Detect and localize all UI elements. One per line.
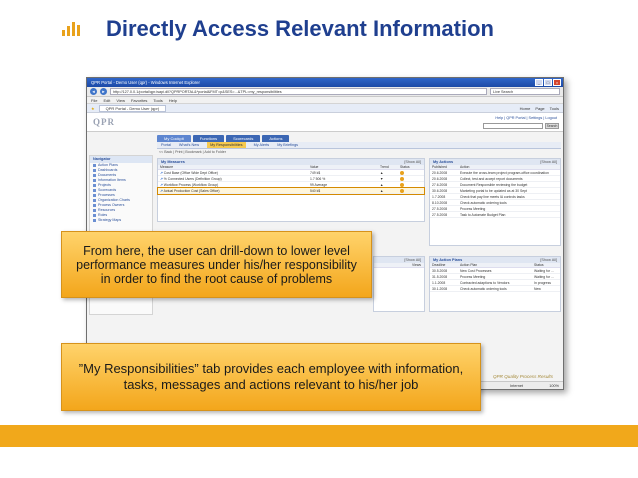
subtab-my-alerts[interactable]: My Alerts — [254, 142, 270, 148]
portal-search-button[interactable]: Search — [545, 123, 559, 129]
qpr-logo: QPR — [93, 117, 115, 127]
status-dot — [400, 189, 404, 193]
window-controls: _ □ × — [535, 79, 561, 86]
bar-chart-icon — [62, 22, 80, 36]
action-plans-heading: My Action Plans [Show All] — [430, 257, 560, 263]
views-heading: [Show All] — [374, 257, 424, 263]
menu-favorites[interactable]: Favorites — [131, 97, 147, 103]
status-dot — [400, 171, 404, 175]
back-icon[interactable]: ◄ — [90, 88, 97, 95]
tab-actions[interactable]: Actions — [262, 135, 290, 142]
menu-view[interactable]: View — [116, 97, 125, 103]
address-bar: ◄ ► http://127.0.0.1/portal/qpr.isapi.dl… — [87, 87, 563, 97]
action-plans-panel: My Action Plans [Show All] Deadline Acti… — [429, 256, 561, 312]
tools-menu[interactable]: Tools — [550, 106, 559, 111]
status-dot — [400, 177, 404, 181]
home-button[interactable]: Home — [520, 106, 531, 111]
show-all-link[interactable]: [Show All] — [404, 159, 421, 165]
list-item[interactable]: 27.5.2008 Task to Automate Budget Plan — [430, 212, 560, 218]
table-row[interactable]: 30.1.2008 Check automatic ordering tools N… — [430, 286, 560, 292]
measures-panel: My Measures [Show All] Measure Value Tre… — [157, 158, 425, 222]
tab-functions[interactable]: Functions — [192, 135, 225, 142]
minimize-icon[interactable]: _ — [535, 79, 543, 86]
zoom-level[interactable]: 100% — [549, 382, 559, 389]
menu-tools[interactable]: Tools — [153, 97, 162, 103]
sidebar-heading: Navigator — [90, 156, 152, 163]
actions-heading: My Actions [Show All] — [430, 159, 560, 165]
maximize-icon[interactable]: □ — [544, 79, 552, 86]
views-panel: [Show All] Views — [373, 256, 425, 312]
browser-menu-bar: File Edit View Favorites Tools Help — [87, 97, 563, 104]
sidebar-item[interactable]: Strategy Maps — [90, 218, 152, 223]
menu-file[interactable]: File — [91, 97, 97, 103]
subtab-my-responsibilities[interactable]: My Responsibilities — [207, 142, 246, 148]
portal-search-input[interactable] — [483, 123, 543, 129]
trend-icon: ▲ — [380, 189, 384, 193]
tab-scorecards[interactable]: Scorecards — [226, 135, 261, 142]
address-input[interactable]: http://127.0.0.1/portal/qpr.isapi.dll?QP… — [110, 88, 487, 95]
subtab-my-briefings[interactable]: My Briefings — [277, 142, 298, 148]
portal-header: QPR Help | QPR Portal | Settings | Logou… — [87, 113, 563, 132]
show-all-link[interactable]: [Show All] — [540, 159, 557, 165]
show-all-link[interactable]: [Show All] — [540, 257, 557, 263]
show-all-link[interactable]: [Show All] — [404, 257, 421, 263]
portal-tabs: My Cockpit Functions Scorecards Actions — [157, 135, 290, 142]
views-columns: Views — [374, 263, 424, 268]
trend-icon: ▲ — [380, 183, 384, 187]
responsibilities-callout: ”My Responsibilities” tab provides each … — [61, 343, 481, 411]
favorites-bar: ★ QPR Portal - Demo User (qpr) Home Page… — [87, 104, 563, 113]
page-menu[interactable]: Page — [535, 106, 544, 111]
browser-search-input[interactable]: Live Search — [490, 88, 560, 95]
star-icon[interactable]: ★ — [91, 106, 95, 111]
window-title: QPR Portal - Demo User (qpr) - Windows I… — [91, 80, 200, 85]
tab-my-cockpit[interactable]: My Cockpit — [157, 135, 191, 142]
measures-heading: My Measures [Show All] — [158, 159, 424, 165]
slide-title: Directly Access Relevant Information — [106, 16, 494, 41]
drilldown-callout: From here, the user can drill-down to lo… — [61, 231, 372, 298]
trend-icon: ▼ — [380, 177, 384, 181]
portal-subtabs: Portal What's New My Responsibilities My… — [157, 142, 561, 149]
actions-panel: My Actions [Show All] Published Action 2… — [429, 158, 561, 246]
breadcrumb[interactable]: << Back | Print | Bookmark | Add to Fold… — [159, 150, 226, 154]
status-dot — [400, 183, 404, 187]
menu-help[interactable]: Help — [169, 97, 177, 103]
trend-icon: ▲ — [380, 171, 384, 175]
portal-top-links[interactable]: Help | QPR Portal | Settings | Logout — [495, 116, 557, 120]
command-bar: Home Page Tools — [520, 106, 559, 111]
subtab-portal[interactable]: Portal — [161, 142, 171, 148]
qpr-footer-brand: QPR Quality Process Results — [493, 374, 553, 379]
browser-tab[interactable]: QPR Portal - Demo User (qpr) — [98, 104, 167, 112]
forward-icon[interactable]: ► — [100, 88, 107, 95]
browser-title-bar: QPR Portal - Demo User (qpr) - Windows I… — [87, 78, 563, 87]
close-icon[interactable]: × — [553, 79, 561, 86]
footer-band — [0, 425, 638, 447]
table-row-selected[interactable]: ↗ Actual Production Cost (Sales Office) … — [157, 187, 425, 195]
subtab-whats-new[interactable]: What's New — [179, 142, 199, 148]
menu-edit[interactable]: Edit — [103, 97, 110, 103]
